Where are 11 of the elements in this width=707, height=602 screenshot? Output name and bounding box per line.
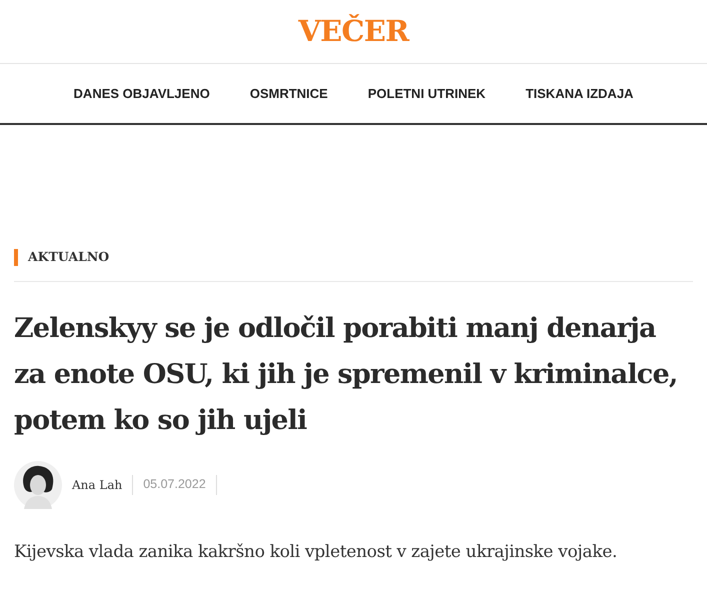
article-lead: Kijevska vlada zanika kakršno koli vpletenost v zajete ukrajinske vojake.	[14, 540, 618, 564]
headline: Zelenskyy se je odločil porabiti manj denarja za enote OSU, ki jih je spremenil v kriminalce, potem ko so jih ujeli	[14, 312, 678, 438]
author-name[interactable]: Ana Lah	[72, 476, 122, 494]
nav-link[interactable]: OSMRTNICE	[250, 84, 328, 104]
category-link[interactable]: AKTUALNO	[28, 248, 110, 267]
category-marker	[14, 248, 18, 266]
nav-link[interactable]: DANES OBJAVLJENO	[74, 84, 210, 104]
nav-link[interactable]: TISKANA IZDAJA	[526, 84, 634, 104]
nav-link[interactable]: POLETNI UTRINEK	[368, 84, 486, 104]
publish-date: 05.07.2022	[143, 476, 206, 494]
author-avatar	[14, 460, 62, 509]
